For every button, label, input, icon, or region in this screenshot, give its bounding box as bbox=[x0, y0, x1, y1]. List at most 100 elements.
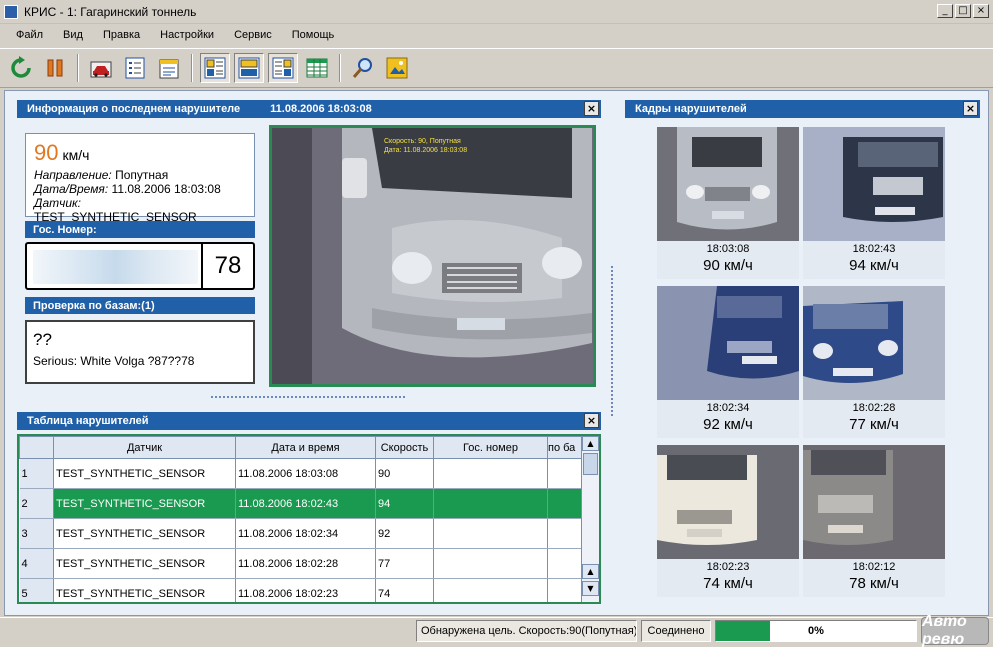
row-db bbox=[547, 488, 582, 519]
minimize-button[interactable]: _ bbox=[937, 4, 953, 18]
row-number: 2 bbox=[19, 488, 54, 519]
frame-speed: 77 км/ч bbox=[849, 416, 899, 433]
column-db[interactable]: по ба bbox=[547, 436, 582, 459]
row-sensor: TEST_SYNTHETIC_SENSOR bbox=[53, 578, 236, 602]
splitter-horizontal[interactable] bbox=[211, 396, 405, 398]
menu-file[interactable]: Файл bbox=[6, 29, 53, 41]
frame-speed: 74 км/ч bbox=[703, 575, 753, 592]
list-check-button[interactable] bbox=[120, 53, 150, 83]
row-datetime: 11.08.2006 18:02:43 bbox=[235, 488, 376, 519]
table-header-row: Датчик Дата и время Скорость Гос. номер … bbox=[19, 436, 582, 459]
edit-note-button[interactable] bbox=[154, 53, 184, 83]
frame-thumbnail[interactable]: 18:02:28 77 км/ч bbox=[803, 286, 945, 438]
menu-view[interactable]: Вид bbox=[53, 29, 93, 41]
frame-image bbox=[803, 286, 945, 400]
frame-time: 18:02:43 bbox=[852, 243, 896, 255]
speed-value: 90 bbox=[34, 140, 59, 165]
violator-photo[interactable]: Скорость: 90, Попутная Дата: 11.08.2006 … bbox=[269, 125, 596, 387]
layout-left-icon bbox=[204, 57, 226, 79]
column-datetime[interactable]: Дата и время bbox=[235, 436, 376, 459]
frame-speed: 92 км/ч bbox=[703, 416, 753, 433]
toolbar-separator bbox=[191, 54, 193, 82]
row-plate bbox=[433, 578, 548, 602]
table-button[interactable] bbox=[302, 53, 332, 83]
column-rownum bbox=[19, 436, 54, 459]
row-sensor: TEST_SYNTHETIC_SENSOR bbox=[53, 548, 236, 579]
row-datetime: 11.08.2006 18:03:08 bbox=[235, 458, 376, 489]
db-check-note: Serious: White Volga ?87??78 bbox=[33, 354, 195, 368]
column-speed[interactable]: Скорость bbox=[375, 436, 434, 459]
image-icon bbox=[386, 57, 408, 79]
frame-thumbnail[interactable]: 18:02:23 74 км/ч bbox=[657, 445, 799, 597]
table-row[interactable]: 5 TEST_SYNTHETIC_SENSOR 11.08.2006 18:02… bbox=[19, 578, 582, 602]
violators-table: Датчик Дата и время Скорость Гос. номер … bbox=[19, 436, 582, 602]
close-frames-button[interactable]: × bbox=[963, 101, 978, 116]
scroll-up-button[interactable]: ▲ bbox=[582, 436, 599, 451]
frame-image bbox=[803, 445, 945, 559]
close-button[interactable]: × bbox=[973, 4, 989, 18]
scroll-down-arrow-button[interactable]: ▲ bbox=[582, 564, 599, 579]
layout-right-icon bbox=[272, 57, 294, 79]
layout-center-button[interactable] bbox=[234, 53, 264, 83]
app-icon bbox=[4, 4, 18, 19]
car-photo-image bbox=[272, 128, 593, 384]
refresh-button[interactable] bbox=[6, 53, 36, 83]
column-sensor[interactable]: Датчик bbox=[53, 436, 236, 459]
row-sensor: TEST_SYNTHETIC_SENSOR bbox=[53, 458, 236, 489]
pause-button[interactable] bbox=[40, 53, 70, 83]
photo-caption-date: Дата: 11.08.2006 18:03:08 bbox=[384, 147, 468, 154]
sensor-label: Датчик: bbox=[34, 196, 82, 210]
table-row[interactable]: 1 TEST_SYNTHETIC_SENSOR 11.08.2006 18:03… bbox=[19, 458, 582, 489]
speed-unit: км/ч bbox=[62, 147, 90, 163]
menu-help[interactable]: Помощь bbox=[282, 29, 345, 41]
table-scrollbar[interactable]: ▲ ▲ ▼ bbox=[581, 436, 599, 602]
row-number: 4 bbox=[19, 548, 54, 579]
scroll-down-button[interactable]: ▼ bbox=[582, 581, 599, 596]
frame-thumbnail[interactable]: 18:03:08 90 км/ч bbox=[657, 127, 799, 279]
frames-header: Кадры нарушителей × bbox=[625, 100, 980, 118]
row-datetime: 11.08.2006 18:02:28 bbox=[235, 548, 376, 579]
frame-image bbox=[803, 127, 945, 241]
row-number: 5 bbox=[19, 578, 54, 602]
frame-speed: 90 км/ч bbox=[703, 257, 753, 274]
maximize-button[interactable]: □ bbox=[955, 4, 971, 18]
scroll-thumb[interactable] bbox=[583, 453, 598, 475]
menu-settings[interactable]: Настройки bbox=[150, 29, 224, 41]
speed-info-box: 90 км/ч Направление: Попутная Дата/Время:… bbox=[25, 133, 255, 224]
table-row[interactable]: 3 TEST_SYNTHETIC_SENSOR 11.08.2006 18:02… bbox=[19, 518, 582, 549]
frame-thumbnail[interactable]: 18:02:12 78 км/ч bbox=[803, 445, 945, 597]
image-button[interactable] bbox=[382, 53, 412, 83]
layout-right-button[interactable] bbox=[268, 53, 298, 83]
row-db bbox=[547, 578, 582, 602]
connection-status: Соединено bbox=[641, 620, 711, 642]
row-number: 1 bbox=[19, 458, 54, 489]
search-button[interactable] bbox=[348, 53, 378, 83]
frame-speed: 94 км/ч bbox=[849, 257, 899, 274]
frame-thumbnail[interactable]: 18:02:34 92 км/ч bbox=[657, 286, 799, 438]
column-plate[interactable]: Гос. номер bbox=[433, 436, 548, 459]
close-last-violator-button[interactable]: × bbox=[584, 101, 599, 116]
row-speed: 94 bbox=[375, 488, 434, 519]
frame-image bbox=[657, 127, 799, 241]
edit-note-icon bbox=[159, 59, 179, 79]
row-plate bbox=[433, 488, 548, 519]
row-db bbox=[547, 548, 582, 579]
row-db bbox=[547, 518, 582, 549]
frame-time: 18:02:23 bbox=[706, 561, 750, 573]
menu-service[interactable]: Сервис bbox=[224, 29, 282, 41]
row-number: 3 bbox=[19, 518, 54, 549]
menu-edit[interactable]: Правка bbox=[93, 29, 150, 41]
car-button[interactable] bbox=[86, 53, 116, 83]
plate-subheader: Гос. Номер: bbox=[25, 221, 255, 238]
list-check-icon bbox=[125, 57, 145, 79]
table-icon bbox=[306, 58, 328, 78]
table-row-selected[interactable]: 2 TEST_SYNTHETIC_SENSOR 11.08.2006 18:02… bbox=[19, 488, 582, 519]
refresh-icon bbox=[11, 56, 31, 78]
splitter-vertical[interactable] bbox=[611, 266, 613, 416]
frame-thumbnail[interactable]: 18:02:43 94 км/ч bbox=[803, 127, 945, 279]
close-violators-table-button[interactable]: × bbox=[584, 413, 599, 428]
table-row[interactable]: 4 TEST_SYNTHETIC_SENSOR 11.08.2006 18:02… bbox=[19, 548, 582, 579]
layout-left-button[interactable] bbox=[200, 53, 230, 83]
row-plate bbox=[433, 518, 548, 549]
photo-caption-speed: Скорость: 90, Попутная bbox=[384, 138, 461, 145]
